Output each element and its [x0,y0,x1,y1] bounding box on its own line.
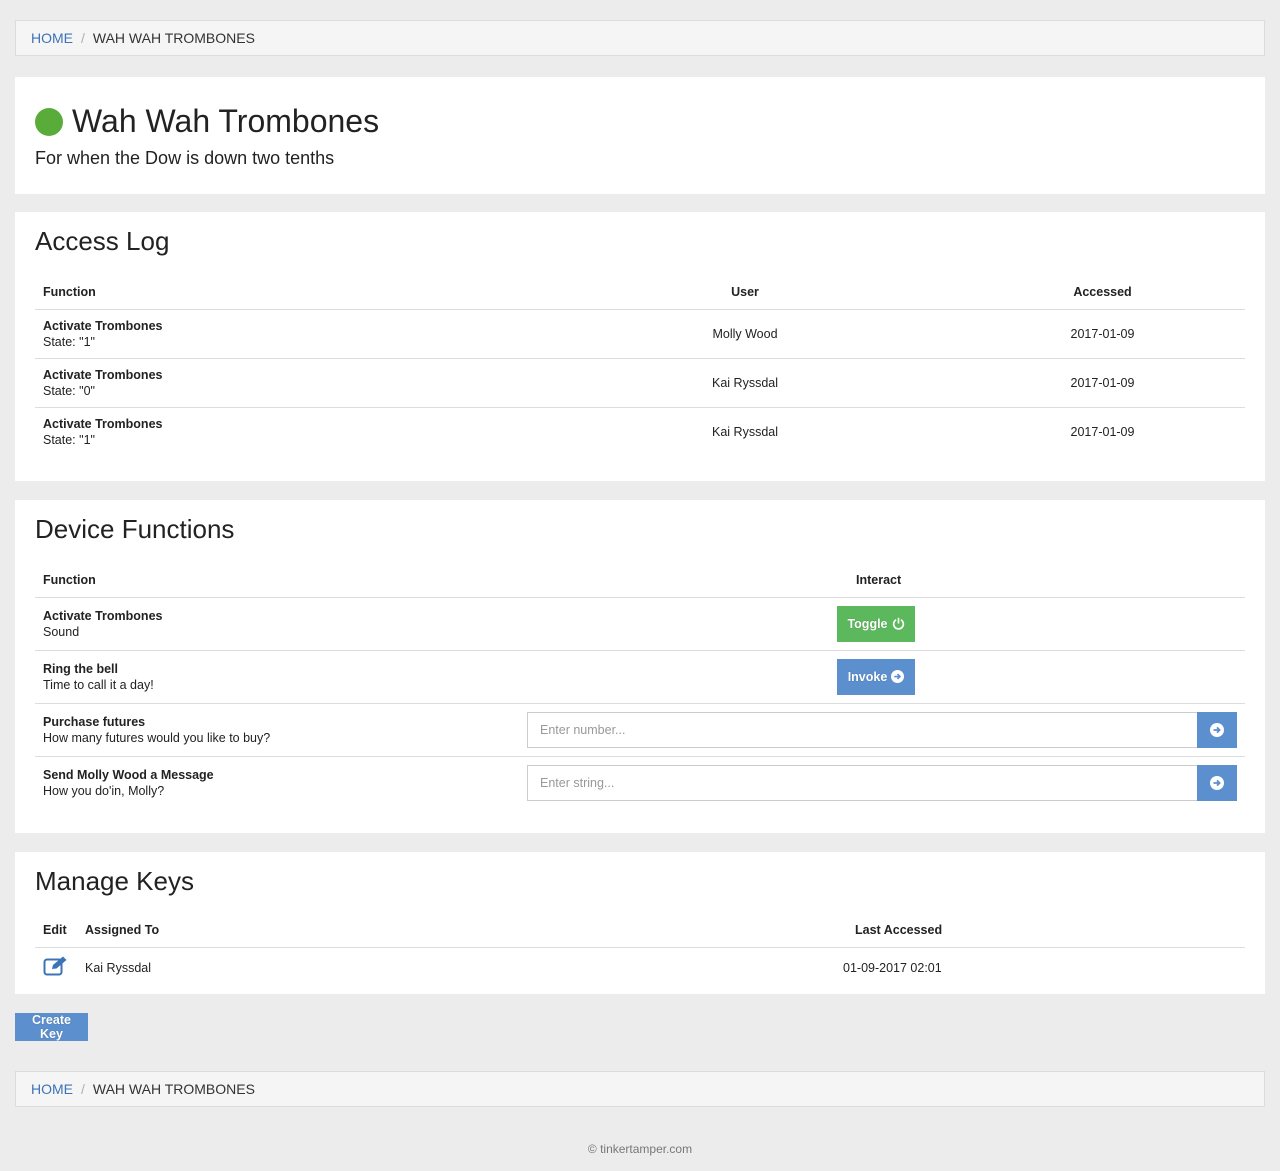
key-assigned-to: Kai Ryssdal [85,960,151,975]
log-function-name: Activate Trombones [43,416,163,431]
table-row: Purchase futures How many futures would y… [35,703,1245,756]
column-header-user: User [731,284,759,299]
table-row: Activate Trombones State: "1" Kai Ryssdal… [35,407,1245,456]
log-function-name: Activate Trombones [43,367,163,382]
access-log-panel: Access Log Function User Accessed Activa… [15,212,1265,481]
manage-keys-title: Manage Keys [35,866,194,896]
arrow-circle-right-icon [891,670,905,683]
log-accessed: 2017-01-09 [1070,424,1135,439]
breadcrumb-current: WAH WAH TROMBONES [92,30,255,46]
create-key-button[interactable]: Create Key [15,1013,88,1041]
function-name: Purchase futures [43,714,146,729]
column-header-function: Function [43,572,96,587]
log-accessed: 2017-01-09 [1070,375,1135,390]
breadcrumb-home-link[interactable]: HOME [31,30,73,46]
table-row: Activate Trombones State: "0" Kai Ryssdal… [35,358,1245,407]
table-row: Send Molly Wood a Message How you do'in, … [35,756,1245,809]
submit-number-button[interactable] [1197,711,1237,748]
log-function-name: Activate Trombones [43,318,163,333]
string-input[interactable] [527,764,1197,801]
function-name: Send Molly Wood a Message [43,767,214,782]
table-row: Kai Ryssdal 01-09-2017 02:01 [35,947,1245,988]
function-name: Ring the bell [43,661,118,676]
log-user: Kai Ryssdal [712,424,778,439]
invoke-button[interactable]: Invoke [837,658,915,695]
purchase-futures-input-group [527,711,1237,748]
function-description: Time to call it a day! [43,677,154,692]
breadcrumb-bottom: HOME / WAH WAH TROMBONES [15,1071,1265,1107]
device-header-panel: Wah Wah Trombones For when the Dow is do… [15,77,1265,194]
log-user: Kai Ryssdal [712,375,778,390]
log-state: State: "0" [43,383,95,398]
power-icon [892,617,904,630]
breadcrumb-separator: / [81,1081,85,1097]
function-description: How you do'in, Molly? [43,783,165,798]
manage-keys-table: Edit Assigned To Last Accessed Kai Ryssd… [35,913,1245,988]
column-header-interact: Interact [856,572,902,587]
column-header-last-accessed: Last Accessed [855,922,943,937]
device-functions-panel: Device Functions Function Interact Activ… [15,500,1265,833]
access-log-title: Access Log [35,226,170,256]
function-name: Activate Trombones [43,608,163,623]
breadcrumb-current: WAH WAH TROMBONES [92,1081,255,1097]
device-description: For when the Dow is down two tenths [35,148,335,168]
function-description: Sound [43,624,80,639]
column-header-edit: Edit [43,922,67,937]
device-functions-table: Function Interact Activate Trombones Soun… [35,563,1245,809]
column-header-accessed: Accessed [1073,284,1132,299]
send-message-input-group [527,764,1237,801]
table-row: Activate Trombones State: "1" Molly Wood … [35,309,1245,358]
log-user: Molly Wood [712,326,778,341]
breadcrumb-separator: / [81,30,85,46]
log-accessed: 2017-01-09 [1070,326,1135,341]
footer-copyright: © tinkertamper.com [587,1142,693,1156]
function-description: How many futures would you like to buy? [43,730,271,745]
access-log-table: Function User Accessed Activate Trombone… [35,275,1245,456]
breadcrumb-home-link[interactable]: HOME [31,1081,73,1097]
status-indicator [35,107,63,136]
table-row: Ring the bell Time to call it a day! Invo… [35,650,1245,703]
log-state: State: "1" [43,334,95,349]
manage-keys-panel: Manage Keys Edit Assigned To Last Access… [15,852,1265,994]
key-last-accessed: 01-09-2017 02:01 [843,960,942,975]
device-functions-title: Device Functions [35,514,235,544]
arrow-circle-right-icon [1210,722,1224,737]
column-header-assigned-to: Assigned To [85,922,160,937]
submit-string-button[interactable] [1197,764,1237,801]
breadcrumb-top: HOME / WAH WAH TROMBONES [15,20,1265,56]
page-title: Wah Wah Trombones [72,103,380,139]
toggle-button[interactable]: Toggle [837,605,915,642]
table-row: Activate Trombones Sound Toggle [35,597,1245,650]
edit-icon[interactable] [43,955,69,980]
number-input[interactable] [527,711,1197,748]
log-state: State: "1" [43,432,95,447]
arrow-circle-right-icon [1210,775,1224,790]
column-header-function: Function [43,284,96,299]
